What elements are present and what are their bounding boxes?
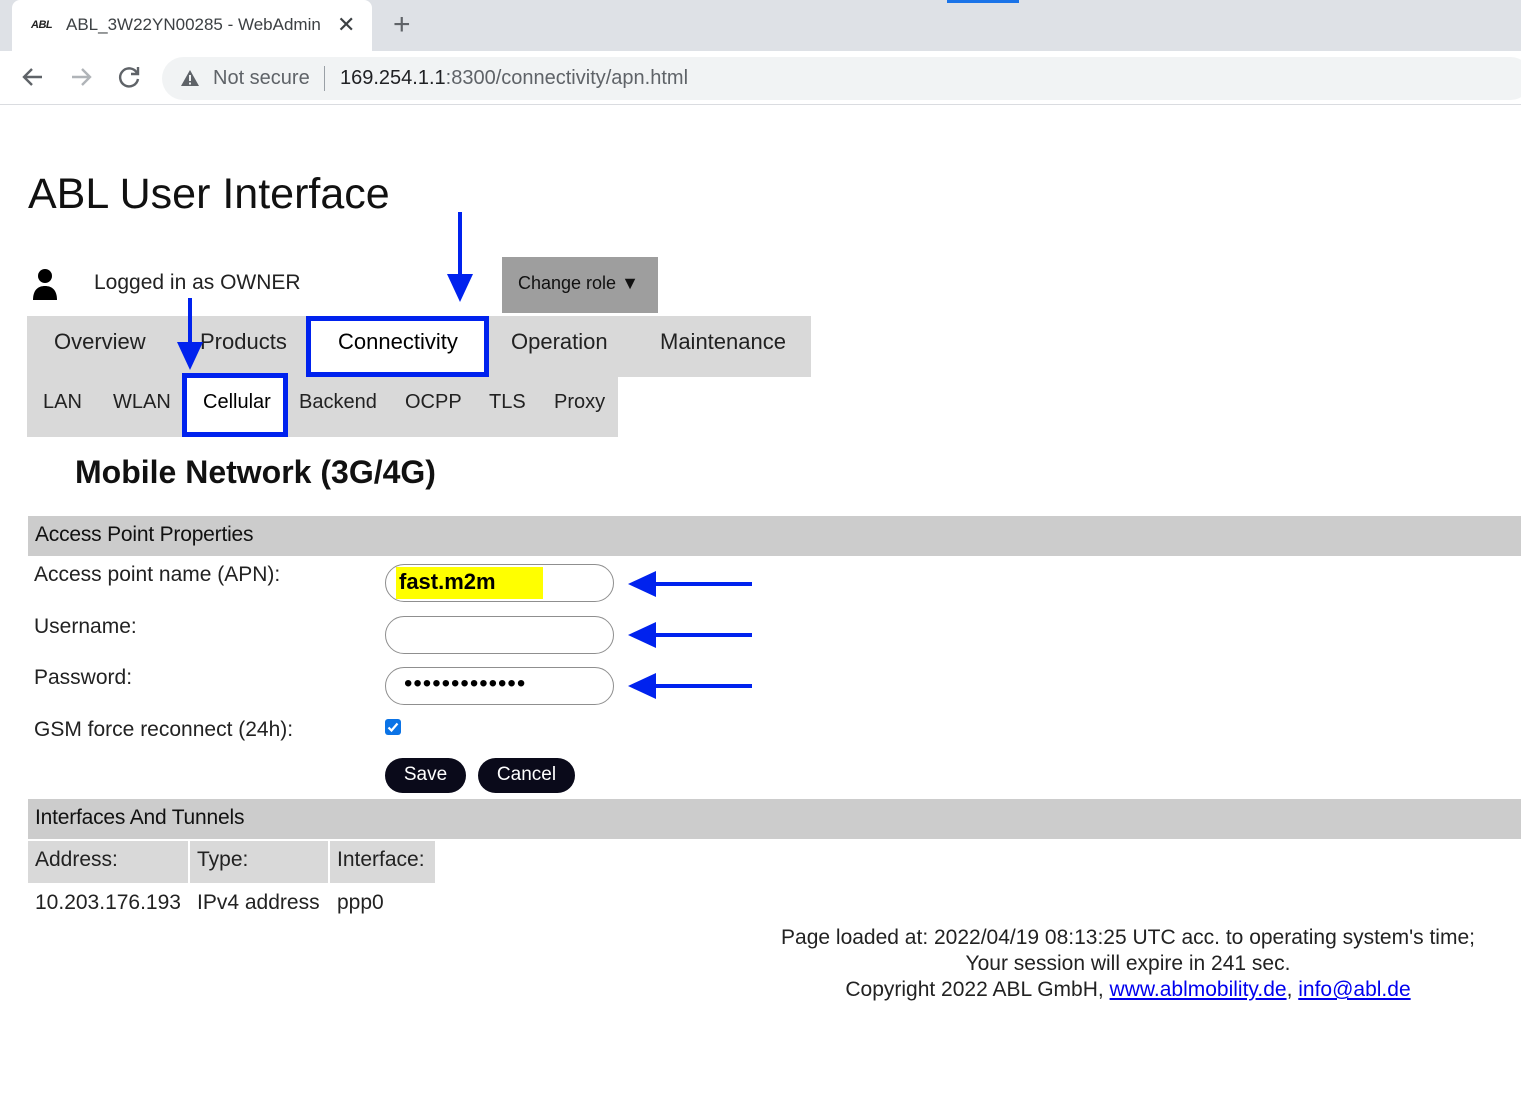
username-label: Username: [34,615,137,638]
section-title: Mobile Network (3G/4G) [75,454,436,490]
warning-icon[interactable] [180,69,200,87]
nav-maintenance[interactable]: Maintenance [660,329,786,355]
nav-operation[interactable]: Operation [511,329,608,355]
password-label: Password: [34,666,133,689]
annotation-arrow-icon [628,673,752,699]
cell-interface: ppp0 [337,891,384,914]
url-text[interactable]: 169.254.1.1:8300/connectivity/apn.html [340,67,688,90]
logged-in-label: Logged in as OWNER [94,271,301,294]
table-header-address: Address: [28,841,188,883]
ablmobility-link[interactable]: www.ablmobility.de [1110,978,1287,1001]
cancel-button[interactable]: Cancel [478,758,575,793]
subnav-ocpp[interactable]: OCPP [405,391,462,414]
apn-value: fast.m2m [399,569,496,594]
abl-favicon-icon: ABL [31,19,53,31]
browser-toolbar: Not secure 169.254.1.1:8300/connectivity… [0,51,1521,105]
browser-tabstrip: ABL ABL_3W22YN00285 - WebAdmin ✕ + [0,0,1521,51]
cell-type: IPv4 address [197,891,320,914]
omnibox-separator [324,66,325,91]
table-header-type: Type: [190,841,328,883]
tab-title: ABL_3W22YN00285 - WebAdmin [66,15,321,34]
apn-section-header: Access Point Properties [28,516,1521,556]
annotation-arrow-icon [628,622,752,648]
reload-icon[interactable] [114,62,144,92]
subnav-backend[interactable]: Backend [299,391,377,414]
page-footer: Page loaded at: 2022/04/19 08:13:25 UTC … [740,925,1516,1003]
change-role-button[interactable]: Change role ▼ [502,257,658,313]
not-secure-label[interactable]: Not secure [213,67,310,90]
nav-overview[interactable]: Overview [54,329,146,355]
nav-products[interactable]: Products [200,329,287,355]
gsm-reconnect-label: GSM force reconnect (24h): [34,718,294,741]
annotation-arrow-icon [177,298,203,370]
url-host: 169.254.1.1 [340,67,446,89]
apn-label: Access point name (APN): [34,563,281,586]
table-header-interface: Interface: [330,841,435,883]
footer-session-expiry: Your session will expire in 241 sec. [965,952,1291,975]
address-bar[interactable]: Not secure 169.254.1.1:8300/connectivity… [162,57,1521,100]
subnav-cellular[interactable]: Cellular [203,391,271,414]
page-title: ABL User Interface [28,170,390,218]
footer-separator: , [1286,978,1299,1001]
browser-tab[interactable]: ABL ABL_3W22YN00285 - WebAdmin ✕ [12,0,372,51]
user-icon [33,269,57,300]
annotation-arrow-icon [447,212,473,302]
apn-input[interactable]: fast.m2m [385,564,614,602]
tab-close-icon[interactable]: ✕ [337,12,355,38]
new-tab-button[interactable]: + [393,8,411,42]
gsm-reconnect-checkbox[interactable] [385,719,401,735]
password-input[interactable]: ••••••••••••• [385,667,614,705]
save-button[interactable]: Save [385,758,466,793]
footer-copyright: Copyright 2022 ABL GmbH, www.ablmobility… [740,977,1516,1003]
annotation-arrow-icon [628,571,752,597]
subnav-wlan[interactable]: WLAN [113,391,171,414]
sub-nav: LAN WLAN Backend OCPP TLS Proxy [27,377,618,437]
interfaces-section-title: Interfaces And Tunnels [35,806,245,829]
subnav-lan[interactable]: LAN [43,391,82,414]
url-path: :8300/connectivity/apn.html [445,67,689,89]
interfaces-section-header: Interfaces And Tunnels [28,799,1521,839]
cell-address: 10.203.176.193 [35,891,181,914]
email-link[interactable]: info@abl.de [1298,978,1410,1001]
forward-arrow-icon[interactable] [66,62,96,92]
checkmark-icon [387,722,399,733]
subnav-tls[interactable]: TLS [489,391,526,414]
footer-page-loaded: Page loaded at: 2022/04/19 08:13:25 UTC … [781,926,1475,949]
subnav-proxy[interactable]: Proxy [554,391,605,414]
username-input[interactable] [385,616,614,654]
nav-connectivity[interactable]: Connectivity [338,329,458,355]
password-value: ••••••••••••• [404,670,527,697]
tab-loading-indicator [947,0,1019,3]
back-arrow-icon[interactable] [18,62,48,92]
copyright-text: Copyright 2022 ABL GmbH, [845,978,1110,1001]
apn-section-title: Access Point Properties [35,523,254,546]
